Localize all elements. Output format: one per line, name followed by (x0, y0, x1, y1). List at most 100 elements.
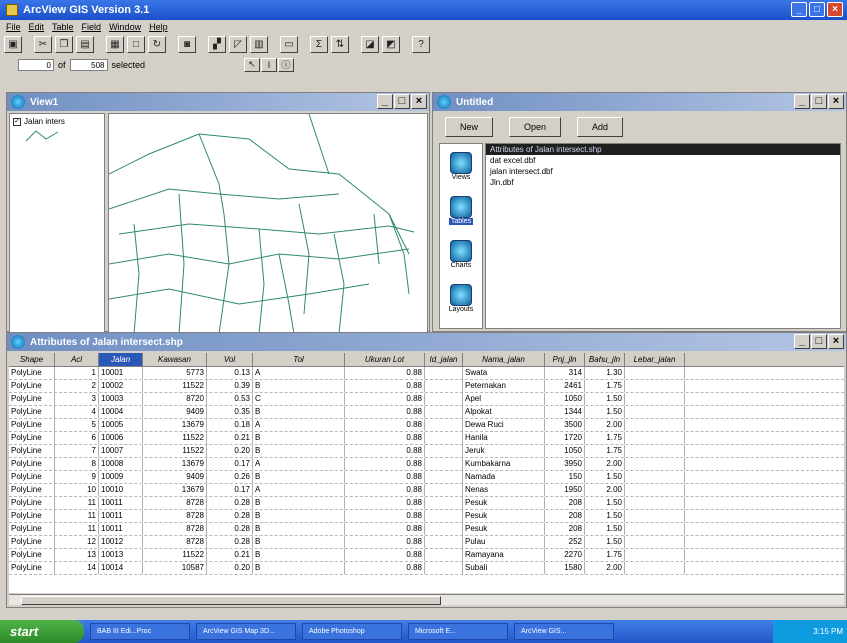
table-cell[interactable]: A (253, 458, 345, 470)
table-cell[interactable]: Pesuk (463, 497, 545, 509)
table-row[interactable]: PolyLine 3 10003 8720 0.53 C 0.88 Apel 1050 1.50 (9, 393, 844, 406)
table-cell[interactable]: Pesuk (463, 510, 545, 522)
table-cell[interactable]: PolyLine (9, 367, 55, 379)
table-cell[interactable]: 1720 (545, 432, 585, 444)
table-cell[interactable]: 0.88 (345, 484, 425, 496)
table-cell[interactable]: 9 (55, 471, 99, 483)
doc-type-charts[interactable]: Charts (440, 232, 482, 276)
column-header[interactable]: Id_jalan (425, 353, 463, 366)
table-cell[interactable] (625, 419, 685, 431)
column-header[interactable]: Ukuran Lot (345, 353, 425, 366)
table-cell[interactable]: 0.88 (345, 445, 425, 457)
table-cell[interactable]: 5 (55, 419, 99, 431)
table-cell[interactable]: Subali (463, 562, 545, 574)
table-row[interactable]: PolyLine 13 10013 11522 0.21 B 0.88 Ramayana 227… (9, 549, 844, 562)
table-row[interactable]: PolyLine 6 10006 11522 0.21 B 0.88 Hanila 1720 1.… (9, 432, 844, 445)
table-cell[interactable] (625, 432, 685, 444)
table-cell[interactable]: Jeruk (463, 445, 545, 457)
table-cell[interactable]: 8 (55, 458, 99, 470)
table-cell[interactable]: 10014 (99, 562, 143, 574)
map-canvas[interactable] (108, 113, 428, 333)
table-cell[interactable]: 1.50 (585, 471, 625, 483)
table-row[interactable]: PolyLine 1 10001 5773 0.13 A 0.88 Swata 314 1.30 (9, 367, 844, 380)
table-cell[interactable] (625, 367, 685, 379)
chart-icon[interactable]: ◙ (178, 35, 196, 53)
table-cell[interactable]: Hanila (463, 432, 545, 444)
table-row[interactable]: PolyLine 11 10011 8728 0.28 B 0.88 Pesuk 208 1.50 (9, 523, 844, 536)
table-cell[interactable]: 1.50 (585, 523, 625, 535)
taskbar-item[interactable]: BAB III Edi...Proc (90, 623, 190, 640)
table-cell[interactable]: 0.13 (207, 367, 253, 379)
table-cell[interactable]: 10587 (143, 562, 207, 574)
table-cell[interactable] (625, 406, 685, 418)
cut-icon[interactable]: ✂ (34, 35, 52, 53)
table-cell[interactable]: B (253, 536, 345, 548)
horizontal-scrollbar[interactable] (9, 594, 844, 605)
table-cell[interactable]: 0.88 (345, 380, 425, 392)
column-header[interactable]: Bahu_jln (585, 353, 625, 366)
table-cell[interactable]: 10011 (99, 523, 143, 535)
table-cell[interactable]: PolyLine (9, 445, 55, 457)
toc-layer-item[interactable]: ✓ Jalan inters (10, 114, 104, 129)
table-cell[interactable]: 4 (55, 406, 99, 418)
table-cell[interactable]: 0.88 (345, 497, 425, 509)
table-cell[interactable]: PolyLine (9, 432, 55, 444)
table-cell[interactable]: 10011 (99, 497, 143, 509)
table-cell[interactable]: 10003 (99, 393, 143, 405)
table-cell[interactable]: 3500 (545, 419, 585, 431)
join-icon[interactable]: ◪ (361, 35, 379, 53)
table-cell[interactable]: 2.00 (585, 458, 625, 470)
doc-type-views[interactable]: Views (440, 144, 482, 188)
table-cell[interactable]: 0.39 (207, 380, 253, 392)
table-cell[interactable]: 12 (55, 536, 99, 548)
table-cell[interactable]: Dewa Ruci (463, 419, 545, 431)
table-cell[interactable]: 1.75 (585, 549, 625, 561)
column-header[interactable]: Tol (253, 353, 345, 366)
doc-type-layouts[interactable]: Layouts (440, 276, 482, 320)
menu-edit[interactable]: Edit (29, 22, 45, 32)
table-cell[interactable]: B (253, 562, 345, 574)
table-cell[interactable]: 8728 (143, 523, 207, 535)
column-header[interactable]: Nama_jalan (463, 353, 545, 366)
table-row[interactable]: PolyLine 4 10004 9409 0.35 B 0.88 Alpokat 1344 1.… (9, 406, 844, 419)
table-cell[interactable] (425, 484, 463, 496)
table-cell[interactable]: 0.88 (345, 536, 425, 548)
table-cell[interactable]: B (253, 549, 345, 561)
table-cell[interactable]: 1.50 (585, 497, 625, 509)
table-cell[interactable] (625, 445, 685, 457)
table-cell[interactable]: 208 (545, 510, 585, 522)
table-cell[interactable]: 10008 (99, 458, 143, 470)
table-cell[interactable]: 0.21 (207, 432, 253, 444)
table-cell[interactable] (625, 497, 685, 509)
table-cell[interactable]: 10006 (99, 432, 143, 444)
table-cell[interactable]: 13679 (143, 484, 207, 496)
table-cell[interactable]: 208 (545, 497, 585, 509)
table-row[interactable]: PolyLine 7 10007 11522 0.20 B 0.88 Jeruk 1050 1.7… (9, 445, 844, 458)
table-cell[interactable]: 1050 (545, 445, 585, 457)
table-cell[interactable]: 11522 (143, 445, 207, 457)
table-cell[interactable]: Peternakan (463, 380, 545, 392)
table-cell[interactable] (625, 523, 685, 535)
table-cell[interactable]: PolyLine (9, 380, 55, 392)
menu-file[interactable]: File (6, 22, 21, 32)
column-header[interactable]: Acl (55, 353, 99, 366)
save-project-icon[interactable]: ▣ (4, 35, 22, 53)
summarize-icon[interactable]: Σ (310, 35, 328, 53)
table-cell[interactable]: 11 (55, 523, 99, 535)
table-cell[interactable]: A (253, 484, 345, 496)
maximize-icon[interactable]: □ (809, 2, 825, 17)
table-cell[interactable]: 8728 (143, 510, 207, 522)
table-cell[interactable]: PolyLine (9, 497, 55, 509)
table-cell[interactable]: 0.88 (345, 523, 425, 535)
table-cell[interactable] (425, 419, 463, 431)
minimize-icon[interactable]: _ (794, 94, 810, 109)
query-icon[interactable]: ◸ (229, 35, 247, 53)
table-cell[interactable]: Kumbakarna (463, 458, 545, 470)
table-cell[interactable]: 0.88 (345, 562, 425, 574)
table-cell[interactable]: 8728 (143, 536, 207, 548)
table-cell[interactable]: 10013 (99, 549, 143, 561)
table-cell[interactable]: B (253, 523, 345, 535)
table-cell[interactable]: 2461 (545, 380, 585, 392)
table-row[interactable]: PolyLine 12 10012 8728 0.28 B 0.88 Pulau 252 1.50 (9, 536, 844, 549)
table-cell[interactable]: 0.26 (207, 471, 253, 483)
